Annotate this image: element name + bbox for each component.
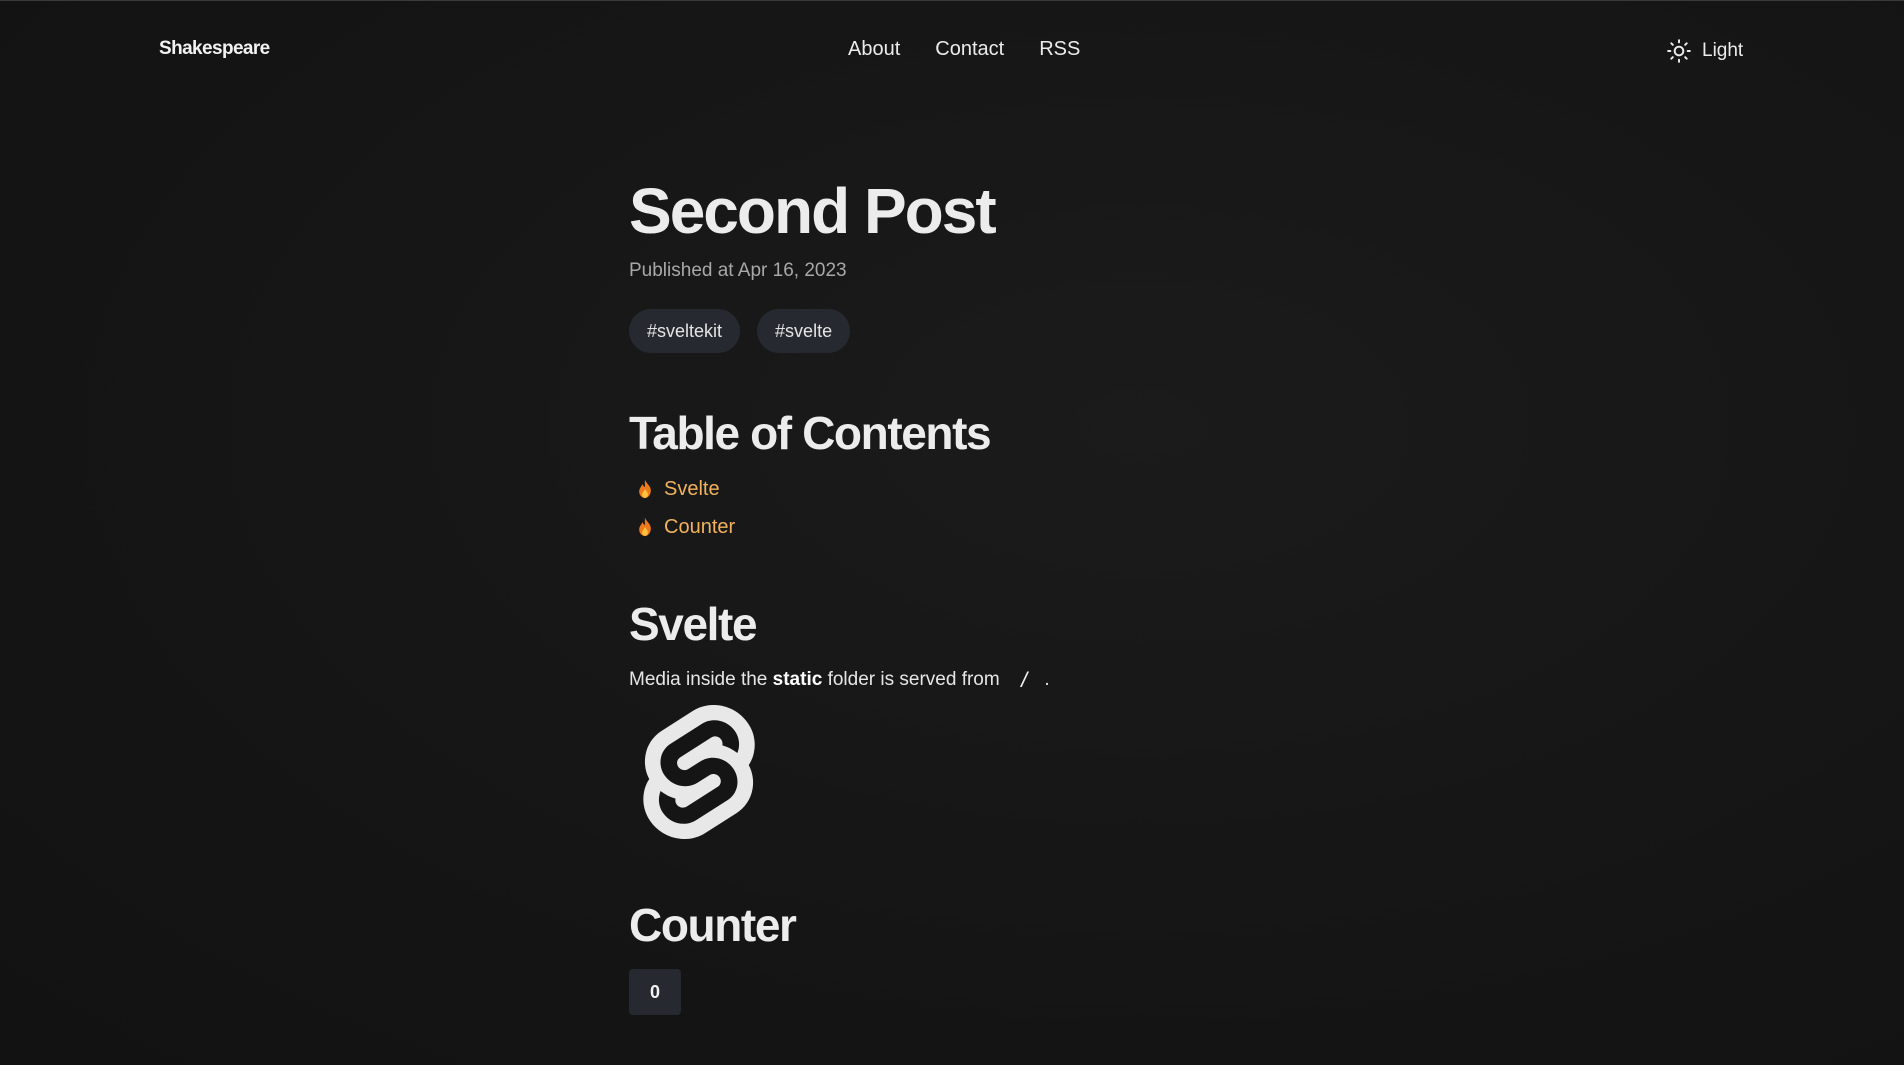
post-article: Second Post Published at Apr 16, 2023 #s… [629, 170, 1329, 1015]
nav-contact-link[interactable]: Contact [935, 38, 1004, 61]
toc-item: Counter [636, 508, 1329, 546]
toc-link-svelte[interactable]: Svelte [664, 478, 720, 501]
flame-icon [639, 479, 651, 499]
sun-icon [1667, 39, 1691, 63]
paragraph-text-start: Media inside the [629, 669, 773, 690]
tag-sveltekit[interactable]: #sveltekit [629, 309, 741, 353]
paragraph-bold-static: static [772, 669, 823, 690]
paragraph-text-middle: folder is served from [822, 669, 1005, 690]
site-header: Shakespeare About Contact RSS Light [0, 0, 1904, 100]
published-date: Published at Apr 16, 2023 [629, 260, 847, 281]
toc-link-counter[interactable]: Counter [664, 516, 735, 539]
site-brand-link[interactable]: Shakespeare [159, 38, 270, 60]
nav-rss-link[interactable]: RSS [1039, 38, 1080, 61]
toc-item: Svelte [636, 470, 1329, 508]
tag-list: #sveltekit #svelte [629, 309, 1329, 353]
theme-toggle-label: Light [1702, 40, 1744, 61]
toc-list: Svelte Counter [629, 470, 1329, 546]
paragraph-period: . [1044, 669, 1050, 690]
counter-button[interactable]: 0 [629, 969, 681, 1015]
toc-heading: Table of Contents [629, 407, 992, 459]
tag-svelte[interactable]: #svelte [757, 309, 851, 353]
svelte-heading: Svelte [629, 598, 758, 650]
post-title: Second Post [629, 175, 997, 247]
svelte-paragraph: Media inside the static folder is served… [629, 668, 1329, 691]
nav-about-link[interactable]: About [848, 38, 900, 61]
flame-icon [639, 517, 651, 537]
inline-code-root: / [1018, 668, 1031, 690]
main-nav: About Contact RSS [848, 38, 1080, 61]
counter-heading: Counter [629, 899, 797, 951]
theme-toggle-button[interactable]: Light [1666, 38, 1743, 64]
svelte-logo-image [643, 705, 755, 839]
